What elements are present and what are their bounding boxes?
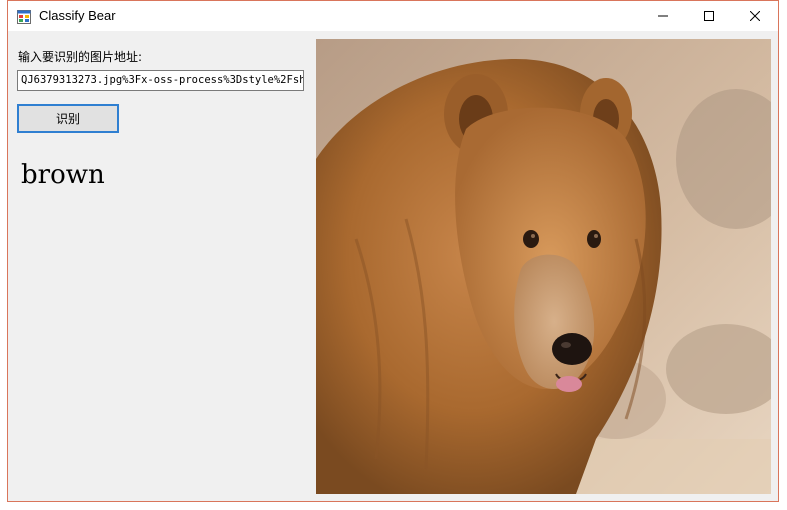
title-bar[interactable]: Classify Bear: [8, 1, 778, 31]
image-url-prompt-label: 输入要识别的图片地址:: [18, 50, 143, 64]
minimize-icon: [658, 11, 668, 21]
close-icon: [750, 11, 760, 21]
maximize-button[interactable]: [686, 1, 732, 31]
app-window: Classify Bear 输入要识别的图片地址: QJ6379313273.j…: [7, 0, 779, 502]
classification-result-label: brown: [21, 160, 105, 190]
maximize-icon: [704, 11, 714, 21]
app-window-icon: [17, 9, 31, 24]
classify-button[interactable]: 识别: [17, 104, 119, 133]
bear-photo: [316, 39, 771, 494]
window-title: Classify Bear: [39, 8, 116, 23]
minimize-button[interactable]: [640, 1, 686, 31]
image-url-input[interactable]: QJ6379313273.jpg%3Fx-oss-process%3Dstyle…: [17, 70, 304, 91]
classify-button-label: 识别: [55, 112, 80, 126]
close-button[interactable]: [732, 1, 778, 31]
